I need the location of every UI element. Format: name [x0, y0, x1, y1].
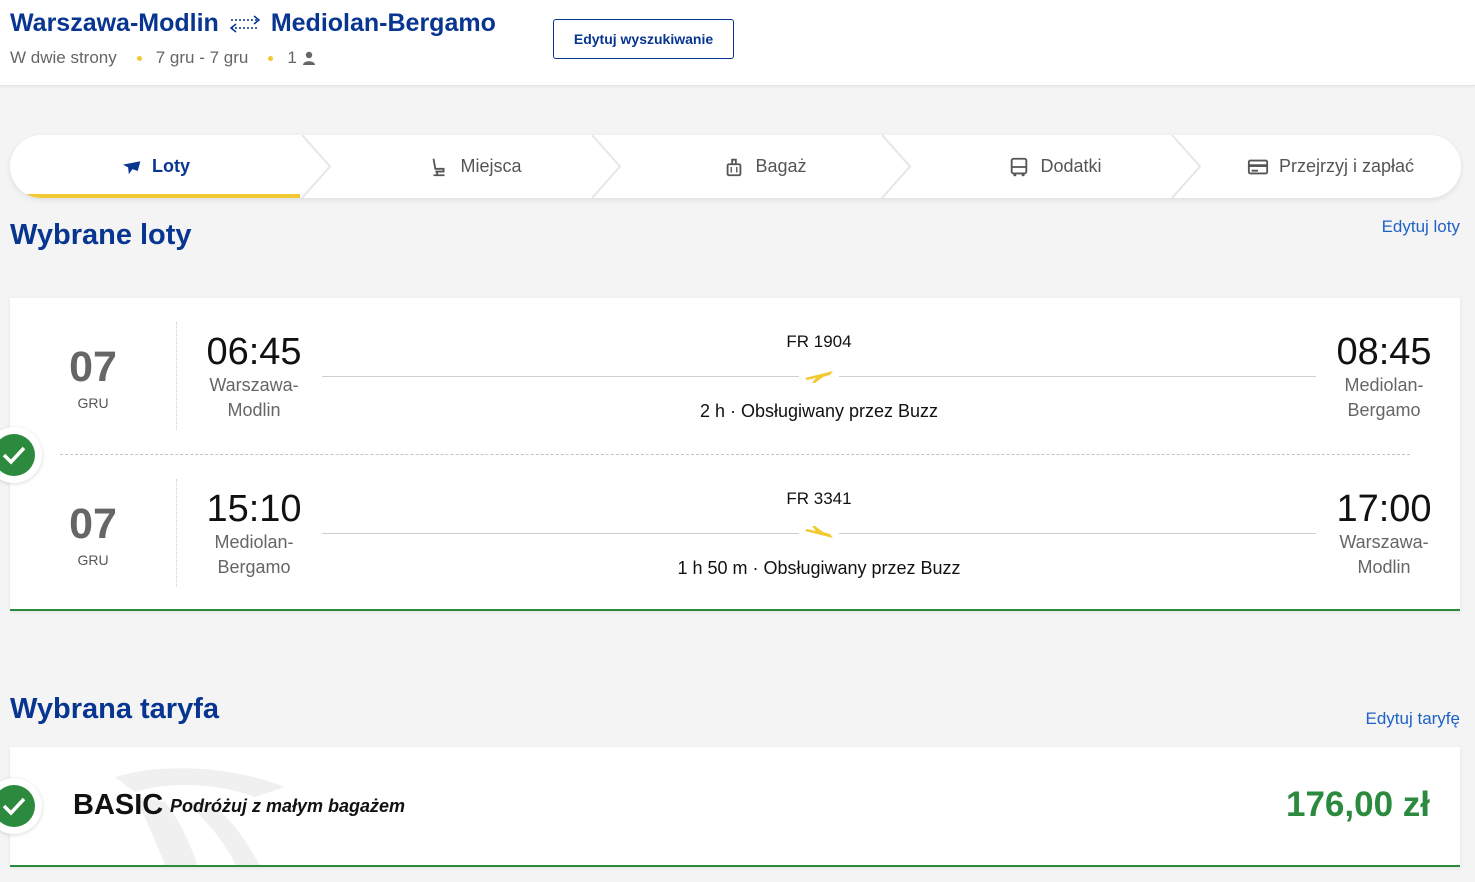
flight-duration-operator: 2 h · Obsługiwany przez Buzz: [699, 401, 939, 421]
departure-city: Mediolan-Bergamo: [214, 532, 294, 577]
separator-dot: [268, 55, 274, 61]
bus-icon: [1011, 157, 1028, 176]
selected-flights-title: Wybrane loty: [10, 219, 192, 251]
step-extras[interactable]: Dodatki: [910, 135, 1200, 198]
step-label: Przejrzyj i zapłać: [1278, 156, 1415, 176]
flight-month: GRU: [77, 552, 109, 568]
flight-number: FR 1904: [786, 332, 852, 351]
destination-city: Mediolan-Bergamo: [270, 9, 496, 37]
passenger-count: 1: [287, 48, 297, 67]
fare-name: BASIC: [73, 789, 164, 821]
credit-card-icon: [1247, 159, 1269, 174]
step-flights[interactable]: Loty: [10, 135, 300, 198]
return-flight: 07 GRU 15:10 Mediolan-Bergamo FR 3341 1 …: [10, 455, 1460, 611]
step-label: Dodatki: [1040, 156, 1102, 176]
trip-dates: 7 gru - 7 gru: [155, 48, 249, 67]
departure-city: Warszawa-Modlin: [209, 375, 299, 420]
fare-description: Podróżuj z małym bagażem: [170, 796, 406, 816]
step-review-pay[interactable]: Przejrzyj i zapłać: [1200, 135, 1461, 198]
step-label: Bagaż: [755, 156, 807, 176]
arrival-city: Warszawa-Modlin: [1339, 532, 1429, 577]
trip-summary: W dwie strony 7 gru - 7 gru 1: [10, 48, 316, 68]
step-label: Miejsca: [460, 156, 522, 176]
active-step-indicator: [10, 194, 300, 198]
step-luggage[interactable]: Bagaż: [620, 135, 910, 198]
flight-date: 07 GRU: [50, 500, 136, 569]
booking-header: Warszawa-Modlin Mediolan-Bergamo W dwie …: [0, 0, 1475, 86]
person-icon: [302, 51, 315, 65]
departure-time: 15:10: [206, 488, 302, 530]
flight-month: GRU: [77, 395, 109, 411]
outbound-flight: 07 GRU 06:45 Warszawa-Modlin FR 1904 2 h…: [10, 298, 1460, 454]
arrival-time: 08:45: [1336, 331, 1432, 373]
plane-icon: [799, 524, 839, 542]
flight-number: FR 3341: [786, 489, 852, 508]
selected-flights-card: 07 GRU 06:45 Warszawa-Modlin FR 1904 2 h…: [10, 298, 1460, 611]
fare-price: 176,00 zł: [1286, 785, 1430, 824]
origin-city: Warszawa-Modlin: [10, 9, 219, 37]
edit-fare-link[interactable]: Edytuj taryfę: [1366, 709, 1461, 729]
trip-type: W dwie strony: [10, 48, 117, 67]
edit-flights-link[interactable]: Edytuj loty: [1382, 217, 1460, 237]
divider: [176, 322, 177, 430]
flight-day: 07: [69, 500, 117, 548]
arrival-time: 17:00: [1336, 488, 1432, 530]
step-seats[interactable]: Miejsca: [330, 135, 620, 198]
selected-fare-card: BASIC Podróżuj z małym bagażem 176,00 zł: [10, 747, 1460, 867]
flight-date: 07 GRU: [50, 343, 136, 412]
luggage-icon: [727, 158, 742, 176]
flight-duration-operator: 1 h 50 m · Obsługiwany przez Buzz: [677, 558, 961, 578]
plane-icon: [123, 160, 141, 174]
seat-icon: [433, 158, 445, 176]
plane-icon: [799, 367, 839, 385]
step-divider: [1171, 135, 1202, 198]
divider: [176, 479, 177, 587]
step-label: Loty: [152, 156, 190, 176]
round-trip-icon: [229, 14, 261, 33]
step-divider: [591, 135, 622, 198]
separator-dot: [136, 55, 142, 61]
departure-time: 06:45: [206, 331, 302, 373]
route-title: Warszawa-Modlin Mediolan-Bergamo: [10, 9, 496, 38]
flight-day: 07: [69, 343, 117, 391]
selected-fare-title: Wybrana taryfa: [10, 693, 219, 725]
arrival-city: Mediolan-Bergamo: [1344, 375, 1424, 420]
step-divider: [881, 135, 912, 198]
step-divider: [301, 135, 332, 198]
edit-search-button[interactable]: Edytuj wyszukiwanie: [553, 19, 734, 59]
booking-stepper: Loty Miejsca Bagaż Dodatki Przejrzyj i z…: [10, 135, 1461, 198]
